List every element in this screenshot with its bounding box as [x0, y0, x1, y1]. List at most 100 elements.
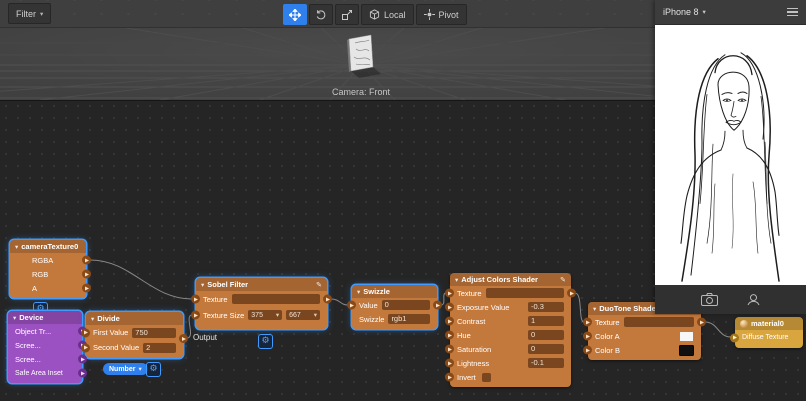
texture-slot[interactable] [231, 294, 320, 304]
node-cameratexture0[interactable]: ▾ cameraTexture0 RGBA RGB A [10, 240, 91, 298]
texture-size-x-dropdown[interactable]: 375 ▾ [248, 310, 283, 320]
port-label: Lightness [457, 358, 490, 368]
collapse-caret-icon[interactable]: ▾ [593, 305, 596, 313]
input-port-exposure[interactable] [445, 302, 454, 312]
local-toggle-button[interactable]: Local [361, 4, 414, 25]
device-selector-label[interactable]: iPhone 8 [663, 7, 699, 17]
caret-down-icon[interactable]: ▾ [703, 8, 706, 16]
size-x-value: 375 [251, 311, 263, 319]
node-swizzle[interactable]: ▾ Swizzle Value 0 Swizzle rgb1 [347, 285, 442, 329]
node-title: Divide [97, 314, 120, 323]
gear-glyph: ⚙ [149, 363, 158, 373]
output-port-sobel[interactable] [323, 294, 332, 304]
input-port-lightness[interactable] [445, 358, 454, 368]
camera-icon[interactable] [700, 293, 718, 306]
input-port-saturation[interactable] [445, 344, 454, 354]
filter-dropdown[interactable]: Filter ▾ [8, 3, 52, 24]
menu-icon[interactable] [787, 5, 798, 20]
input-port-invert[interactable] [445, 372, 454, 382]
node-adjust-colors[interactable]: ▾ Adjust Colors Shader ✎ Texture Exposur… [445, 273, 576, 387]
hue-field[interactable]: 0 [528, 330, 564, 340]
wire-duotone-to-material[interactable] [704, 321, 732, 338]
output-port-safe-area-inset[interactable] [78, 368, 87, 378]
move-tool-button[interactable] [283, 4, 307, 25]
node-header[interactable]: ▾ Device [8, 311, 82, 324]
camera-plane-object[interactable] [347, 34, 381, 78]
swizzle-field[interactable]: rgb1 [388, 314, 430, 324]
input-port-diffuse-texture[interactable] [730, 333, 739, 342]
invert-checkbox[interactable] [481, 372, 491, 382]
color-a-swatch[interactable] [679, 330, 694, 342]
collapse-caret-icon[interactable]: ▾ [13, 314, 16, 322]
first-value-field[interactable]: 750 [132, 327, 176, 338]
port-label: Texture Size [203, 310, 245, 320]
transform-tool-group: Local Pivot [283, 4, 467, 25]
output-port-divide[interactable] [179, 334, 188, 343]
face-tracking-icon[interactable] [746, 293, 761, 306]
output-port-swizzle[interactable] [433, 300, 442, 310]
lightness-field[interactable]: -0.1 [528, 358, 564, 368]
simulator-screen[interactable] [655, 25, 806, 285]
input-port-hue[interactable] [445, 330, 454, 340]
port-label: Exposure Value [457, 302, 510, 312]
collapse-caret-icon[interactable]: ▾ [455, 276, 458, 284]
second-value-field[interactable]: 2 [143, 342, 176, 353]
input-port-texture[interactable] [445, 288, 454, 298]
texture-slot[interactable] [623, 317, 694, 327]
pivot-toggle-button[interactable]: Pivot [415, 4, 467, 25]
scale-tool-button[interactable] [335, 4, 359, 25]
value-type-dropdown[interactable]: Number ▾ [103, 363, 148, 375]
collapse-caret-icon[interactable]: ▾ [91, 315, 94, 323]
wire-divide-to-sobel[interactable] [186, 314, 193, 339]
saturation-field[interactable]: 0 [528, 344, 564, 354]
node-header[interactable]: ▾ Sobel Filter ✎ [196, 278, 327, 291]
input-port-texture[interactable] [583, 317, 592, 327]
collapse-caret-icon[interactable]: ▾ [357, 288, 360, 296]
node-sobel-filter[interactable]: ▾ Sobel Filter ✎ Texture Texture Size 37… [191, 278, 332, 329]
node-settings-gear-icon[interactable]: ⚙ [258, 334, 273, 349]
node-device[interactable]: ▾ Device Object Tr... Scree... Scree... … [8, 311, 87, 383]
rotate-tool-button[interactable] [309, 4, 333, 25]
node-material0[interactable]: material0 Diffuse Texture [730, 317, 803, 348]
input-port-texture-size[interactable] [191, 310, 200, 320]
output-port-a[interactable] [82, 283, 91, 293]
exposure-field[interactable]: -0.3 [528, 302, 564, 312]
edit-shader-icon[interactable]: ✎ [316, 281, 322, 289]
input-port-contrast[interactable] [445, 316, 454, 326]
node-header[interactable]: ▾ cameraTexture0 [10, 240, 86, 253]
collapse-caret-icon[interactable]: ▾ [201, 281, 204, 289]
port-label: Swizzle [359, 314, 385, 324]
node-header[interactable]: ▾ Adjust Colors Shader ✎ [450, 273, 571, 286]
input-port-texture[interactable] [191, 294, 200, 304]
port-label: Object Tr... [15, 326, 52, 336]
edit-shader-icon[interactable]: ✎ [560, 276, 566, 284]
node-divide[interactable]: ▾ Divide First Value 750 Second Value 2 [81, 312, 188, 358]
input-row: Texture [583, 315, 706, 329]
node-settings-gear-icon[interactable]: ⚙ [146, 362, 161, 377]
input-port-color-b[interactable] [583, 345, 592, 355]
collapse-caret-icon[interactable]: ▾ [15, 243, 18, 251]
input-row: Swizzle rgb1 [352, 312, 437, 326]
node-header[interactable]: material0 [735, 317, 803, 330]
texture-slot[interactable] [485, 288, 564, 298]
wire-adjust-to-duotone[interactable] [574, 292, 585, 323]
input-port-color-a[interactable] [583, 331, 592, 341]
output-port-rgb[interactable] [82, 269, 91, 279]
input-row: Saturation 0 [445, 342, 571, 356]
output-port-adjust[interactable] [567, 288, 576, 298]
input-port-value[interactable] [347, 300, 356, 310]
value-field[interactable]: 0 [381, 300, 430, 310]
wire-sobel-to-swizzle[interactable] [330, 298, 349, 306]
port-label: Texture [595, 317, 620, 327]
input-port-second-value[interactable] [81, 343, 90, 352]
output-port-screen-scale[interactable] [78, 354, 87, 364]
contrast-field[interactable]: 1 [528, 316, 564, 326]
node-header[interactable]: ▾ Swizzle [352, 285, 437, 298]
output-port-duotone[interactable] [697, 317, 706, 327]
node-header[interactable]: ▾ Divide [86, 312, 183, 325]
color-b-swatch[interactable] [679, 344, 694, 356]
texture-size-y-dropdown[interactable]: 667 ▾ [286, 310, 320, 320]
input-port-first-value[interactable] [81, 328, 90, 337]
wire-camera-to-sobel[interactable] [89, 259, 193, 300]
output-port-rgba[interactable] [82, 255, 91, 265]
